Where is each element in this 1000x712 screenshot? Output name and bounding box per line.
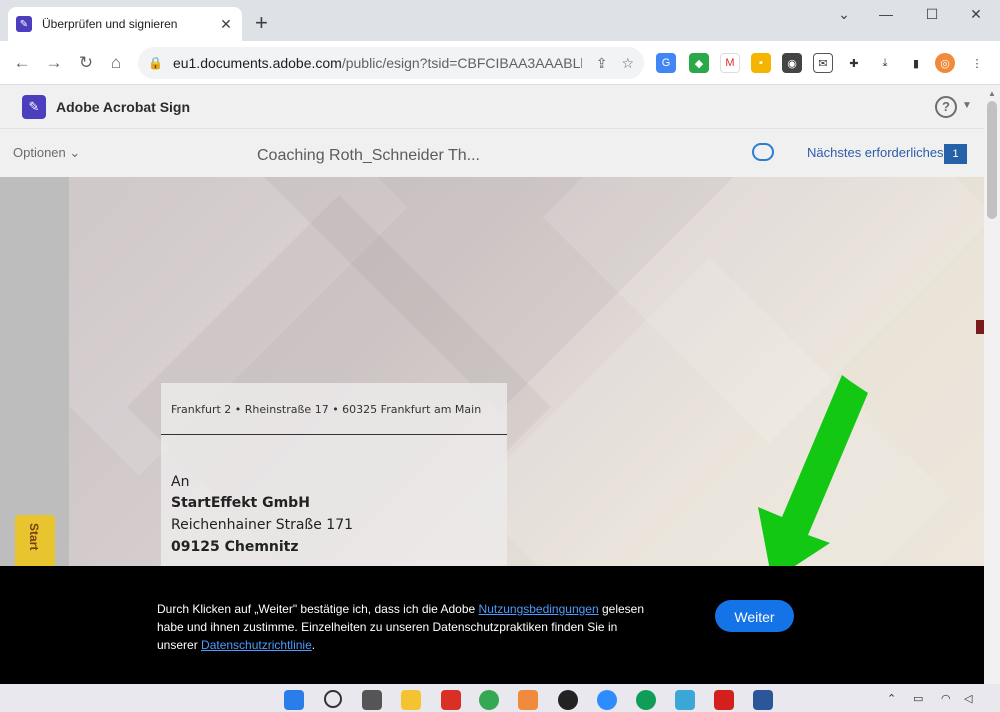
comment-icon[interactable] — [752, 143, 774, 161]
sender-line: Frankfurt 2 • Rheinstraße 17 • 60325 Fra… — [171, 403, 482, 416]
tab-title: Überprüfen und signieren — [42, 17, 178, 31]
app-name: Adobe Acrobat Sign — [56, 99, 191, 115]
keep-extension-icon[interactable]: ▪ — [751, 53, 771, 73]
evernote-extension-icon[interactable]: ◆ — [689, 53, 709, 73]
privacy-link[interactable]: Datenschutzrichtlinie — [201, 638, 312, 652]
acrobat-icon: ✎ — [16, 16, 32, 32]
next-required-count[interactable]: 1 — [944, 144, 967, 164]
acrobat-reader-icon[interactable] — [714, 690, 734, 710]
scroll-thumb[interactable] — [987, 101, 997, 219]
document-title: Coaching Roth_Schneider Th... — [257, 147, 480, 164]
file-explorer-icon[interactable] — [401, 690, 421, 710]
address-company: StartEffekt GmbH — [171, 495, 310, 511]
profile-avatar[interactable]: ◎ — [935, 53, 955, 73]
tab-search-icon[interactable]: ⌄ — [824, 6, 864, 23]
browser-toolbar: ← → ↻ ⌂ 🔒 eu1.documents.adobe.com/public… — [0, 41, 1000, 85]
zoom-icon[interactable] — [597, 690, 617, 710]
display-icon[interactable]: ▭ — [913, 692, 923, 705]
share-icon[interactable]: ⇪ — [596, 55, 608, 72]
page-scrollbar[interactable]: ▲ — [984, 85, 1000, 684]
arrow-shape — [758, 375, 868, 581]
bookmark-star-icon[interactable]: ☆ — [621, 55, 634, 72]
new-tab-button[interactable]: + — [255, 12, 268, 34]
app-icon[interactable] — [518, 690, 538, 710]
edge-icon[interactable] — [636, 690, 656, 710]
volume-icon[interactable]: ◁ — [964, 692, 972, 705]
translate-extension-icon[interactable]: G — [656, 53, 676, 73]
consent-banner: Durch Klicken auf „Weiter" bestätige ich… — [0, 566, 984, 684]
reload-icon[interactable]: ↻ — [74, 51, 98, 75]
address-bar[interactable]: 🔒 eu1.documents.adobe.com/public/esign?t… — [138, 47, 644, 79]
scroll-up-icon[interactable]: ▲ — [988, 89, 996, 98]
forward-icon[interactable]: → — [42, 51, 66, 75]
terms-link[interactable]: Nutzungsbedingungen — [479, 602, 599, 616]
green-arrow-icon — [758, 375, 868, 581]
address-line: An — [171, 474, 190, 490]
home-icon[interactable]: ⌂ — [104, 51, 128, 75]
letter-address-block: Frankfurt 2 • Rheinstraße 17 • 60325 Fra… — [161, 383, 507, 566]
maximize-button[interactable]: ☐ — [912, 6, 952, 23]
next-required-link[interactable]: Nächstes erforderliches — [807, 145, 944, 160]
screenshot-extension-icon[interactable]: ◉ — [782, 53, 802, 73]
continue-button[interactable]: Weiter — [715, 600, 794, 632]
browser-tab[interactable]: ✎ Überprüfen und signieren ✕ — [8, 7, 242, 41]
menu-kebab-icon[interactable]: ⋮ — [967, 53, 987, 73]
page-marker — [976, 320, 984, 334]
extensions-puzzle-icon[interactable]: ✚ — [844, 53, 864, 73]
help-dropdown-icon[interactable]: ▼ — [962, 100, 972, 111]
help-icon[interactable]: ? — [935, 96, 957, 118]
back-icon[interactable]: ← — [10, 51, 34, 75]
chrome-icon[interactable] — [479, 690, 499, 710]
divider — [161, 434, 507, 435]
close-tab-icon[interactable]: ✕ — [218, 16, 234, 33]
url-text[interactable]: eu1.documents.adobe.com/public/esign?tsi… — [173, 55, 582, 71]
wifi-icon[interactable]: ◠ — [941, 692, 951, 705]
consent-text: Durch Klicken auf „Weiter" bestätige ich… — [157, 602, 645, 652]
search-icon[interactable] — [324, 690, 342, 708]
acrobat-logo-icon: ✎ — [22, 95, 46, 119]
lock-icon[interactable]: 🔒 — [148, 56, 163, 70]
acrobat-header: ✎ Adobe Acrobat Sign ? ▼ — [0, 85, 984, 129]
security-app-icon[interactable] — [558, 690, 578, 710]
address-city: 09125 Chemnitz — [171, 539, 299, 555]
start-button[interactable]: Start — [15, 515, 55, 569]
mail-extension-icon[interactable]: ✉ — [813, 53, 833, 73]
side-panel-icon[interactable]: ▮ — [906, 53, 926, 73]
windows-start-icon[interactable] — [284, 690, 304, 710]
start-label: Start — [27, 523, 41, 551]
chevron-down-icon: ⌄ — [69, 145, 81, 160]
address-street: Reichenhainer Straße 171 — [171, 517, 354, 533]
task-view-icon[interactable] — [362, 690, 382, 710]
gmail-extension-icon[interactable]: M — [720, 53, 740, 73]
document-toolbar: Optionen ⌄ Coaching Roth_Schneider Th...… — [0, 129, 984, 177]
minimize-button[interactable]: — — [866, 6, 906, 22]
download-icon[interactable]: ⤓ — [875, 53, 895, 73]
chevron-up-icon[interactable]: ⌃ — [887, 692, 896, 705]
close-window-button[interactable]: ✕ — [956, 6, 996, 23]
taskbar: ⌃ ▭ ◠ ◁ — [0, 684, 1000, 712]
word-icon[interactable] — [753, 690, 773, 710]
notepad-icon[interactable] — [675, 690, 695, 710]
browser-titlebar: ✎ Überprüfen und signieren ✕ + ⌄ — ☐ ✕ — [0, 0, 1000, 41]
gmail-app-icon[interactable] — [441, 690, 461, 710]
options-menu[interactable]: Optionen ⌄ — [13, 145, 80, 161]
